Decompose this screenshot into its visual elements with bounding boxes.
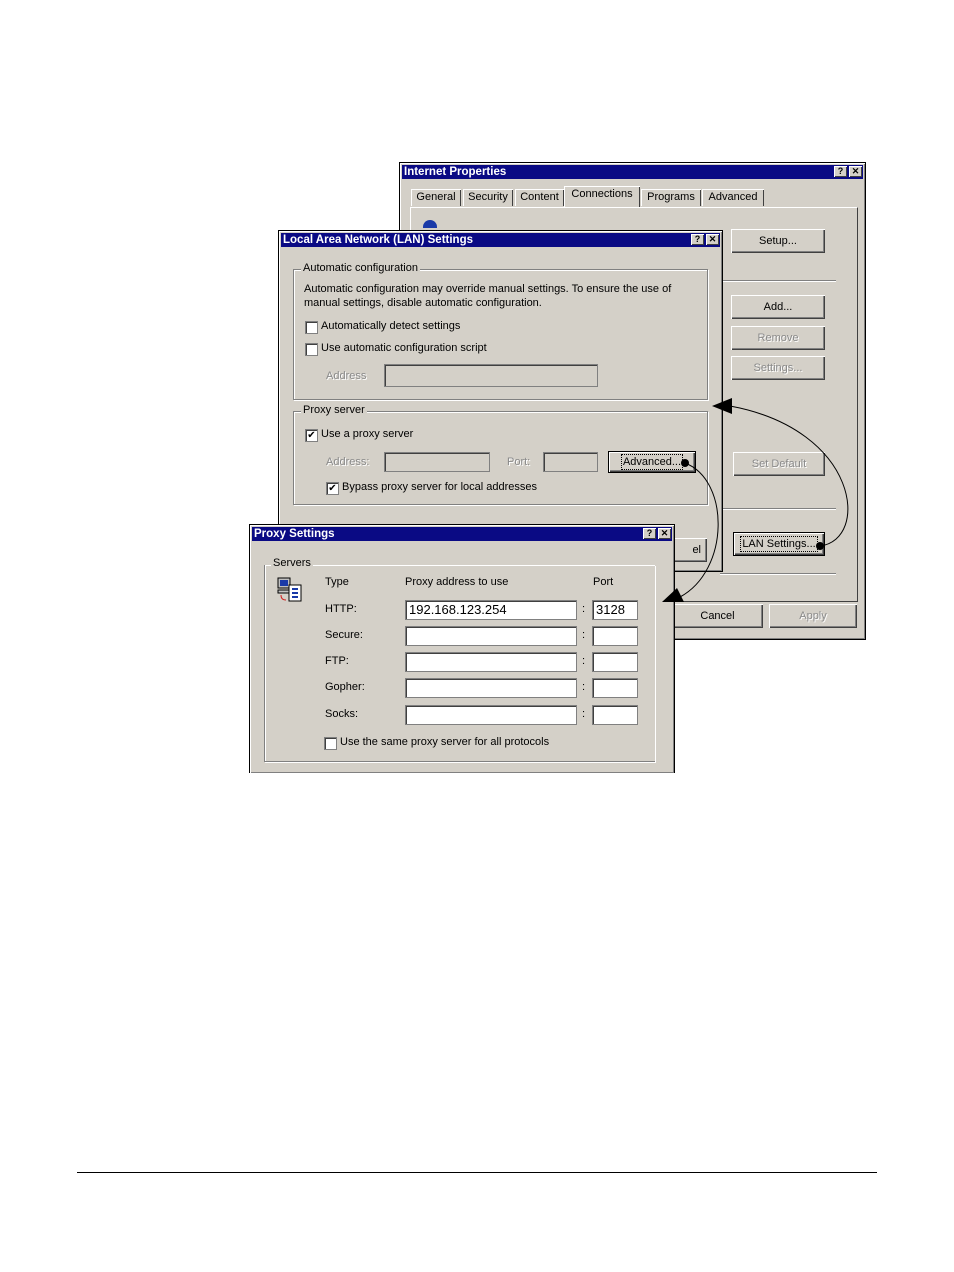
- proxy-server-group: Proxy server ✔ Use a proxy server Addres…: [293, 404, 708, 505]
- proxy-port-label: Port:: [507, 456, 531, 468]
- socks-address-input[interactable]: [405, 705, 577, 725]
- same-proxy-label[interactable]: Use the same proxy server for all protoc…: [340, 736, 549, 748]
- lan-settings-button[interactable]: LAN Settings...: [733, 532, 825, 556]
- tab-security[interactable]: Security: [463, 189, 513, 206]
- internet-properties-title: Internet Properties: [404, 166, 507, 178]
- proxy-settings-title: Proxy Settings: [254, 528, 335, 540]
- http-port-input[interactable]: 3128: [592, 600, 638, 620]
- proxy-settings-window: Proxy Settings ? ✕ Servers Type Proxy ad…: [249, 524, 675, 773]
- tab-general[interactable]: General: [411, 189, 461, 206]
- gopher-address-input[interactable]: [405, 678, 577, 698]
- port-separator: :: [582, 708, 586, 720]
- use-proxy-label[interactable]: Use a proxy server: [321, 428, 413, 440]
- proxy-address-label: Address:: [326, 456, 370, 468]
- secure-address-input[interactable]: [405, 626, 577, 646]
- setup-button[interactable]: Setup...: [731, 229, 825, 253]
- connection-wizard-icon: [423, 220, 437, 228]
- auto-detect-label[interactable]: Automatically detect settings: [321, 320, 460, 332]
- secure-port-input[interactable]: [592, 626, 638, 646]
- tab-label: Connections: [571, 188, 633, 200]
- proxy-port-input[interactable]: [543, 452, 598, 472]
- tab-label: Security: [468, 191, 508, 203]
- tab-programs[interactable]: Programs: [641, 189, 701, 206]
- http-label: HTTP:: [325, 603, 357, 615]
- socks-label: Socks:: [325, 708, 359, 720]
- script-address-label: Address: [326, 370, 367, 382]
- tab-label: Content: [520, 191, 559, 203]
- automatic-configuration-group: Automatic configuration Automatic config…: [293, 262, 708, 400]
- proxy-address-input[interactable]: [384, 452, 490, 472]
- help-button[interactable]: ?: [691, 234, 704, 245]
- internet-properties-titlebar[interactable]: Internet Properties ? ✕: [402, 165, 863, 179]
- help-button[interactable]: ?: [834, 166, 847, 177]
- cancel-button[interactable]: Cancel: [672, 604, 763, 628]
- group-label: Servers: [271, 557, 313, 569]
- ftp-port-input[interactable]: [592, 652, 638, 672]
- auto-config-description: Automatic configuration may override man…: [304, 282, 671, 310]
- ftp-label: FTP:: [325, 655, 349, 667]
- tab-label: General: [416, 191, 456, 203]
- use-proxy-checkbox[interactable]: ✔: [305, 429, 318, 442]
- check-icon: ✔: [328, 483, 337, 494]
- separator: [720, 573, 836, 575]
- close-button[interactable]: ✕: [849, 166, 862, 177]
- separator: [720, 280, 836, 282]
- group-label: Proxy server: [301, 404, 367, 416]
- tab-advanced[interactable]: Advanced: [702, 189, 764, 206]
- lan-settings-window: Local Area Network (LAN) Settings ? ✕ Au…: [278, 230, 723, 572]
- apply-button[interactable]: Apply: [769, 604, 857, 628]
- use-script-checkbox[interactable]: [305, 343, 318, 356]
- close-button[interactable]: ✕: [658, 528, 671, 539]
- tab-content[interactable]: Content: [515, 189, 564, 206]
- script-address-input[interactable]: [384, 364, 598, 387]
- check-icon: ✔: [307, 430, 316, 441]
- socks-port-input[interactable]: [592, 705, 638, 725]
- description-line: Automatic configuration may override man…: [304, 283, 672, 295]
- help-button[interactable]: ?: [643, 528, 656, 539]
- set-default-button[interactable]: Set Default: [733, 452, 825, 476]
- separator: [720, 508, 836, 510]
- bypass-local-checkbox[interactable]: ✔: [326, 482, 339, 495]
- secure-label: Secure:: [325, 629, 363, 641]
- close-button[interactable]: ✕: [706, 234, 719, 245]
- tab-connections[interactable]: Connections: [564, 186, 640, 207]
- port-separator: :: [582, 655, 586, 667]
- advanced-button[interactable]: Advanced...: [608, 451, 696, 473]
- remove-button[interactable]: Remove: [731, 326, 825, 350]
- port-separator: :: [582, 603, 586, 615]
- same-proxy-checkbox[interactable]: [324, 737, 337, 750]
- bypass-local-label[interactable]: Bypass proxy server for local addresses: [342, 481, 537, 493]
- gopher-label: Gopher:: [325, 681, 365, 693]
- lan-settings-titlebar[interactable]: Local Area Network (LAN) Settings ? ✕: [281, 233, 720, 247]
- page-footer-rule: [77, 1172, 877, 1173]
- auto-detect-checkbox[interactable]: [305, 321, 318, 334]
- lan-settings-title: Local Area Network (LAN) Settings: [283, 234, 473, 246]
- use-script-label[interactable]: Use automatic configuration script: [321, 342, 487, 354]
- http-address-input[interactable]: 192.168.123.254: [405, 600, 577, 620]
- port-separator: :: [582, 681, 586, 693]
- add-button[interactable]: Add...: [731, 295, 825, 319]
- network-computers-icon: [277, 577, 305, 605]
- group-label: Automatic configuration: [301, 262, 420, 274]
- port-column-header: Port: [593, 576, 614, 588]
- ftp-address-input[interactable]: [405, 652, 577, 672]
- tab-label: Programs: [647, 191, 695, 203]
- port-separator: :: [582, 629, 586, 641]
- address-column-header: Proxy address to use: [405, 576, 509, 588]
- settings-button[interactable]: Settings...: [731, 356, 825, 380]
- proxy-settings-titlebar[interactable]: Proxy Settings ? ✕: [252, 527, 672, 541]
- tab-label: Advanced: [708, 191, 758, 203]
- type-column-header: Type: [325, 576, 349, 588]
- description-line: manual settings, disable automatic confi…: [304, 297, 542, 309]
- gopher-port-input[interactable]: [592, 678, 638, 698]
